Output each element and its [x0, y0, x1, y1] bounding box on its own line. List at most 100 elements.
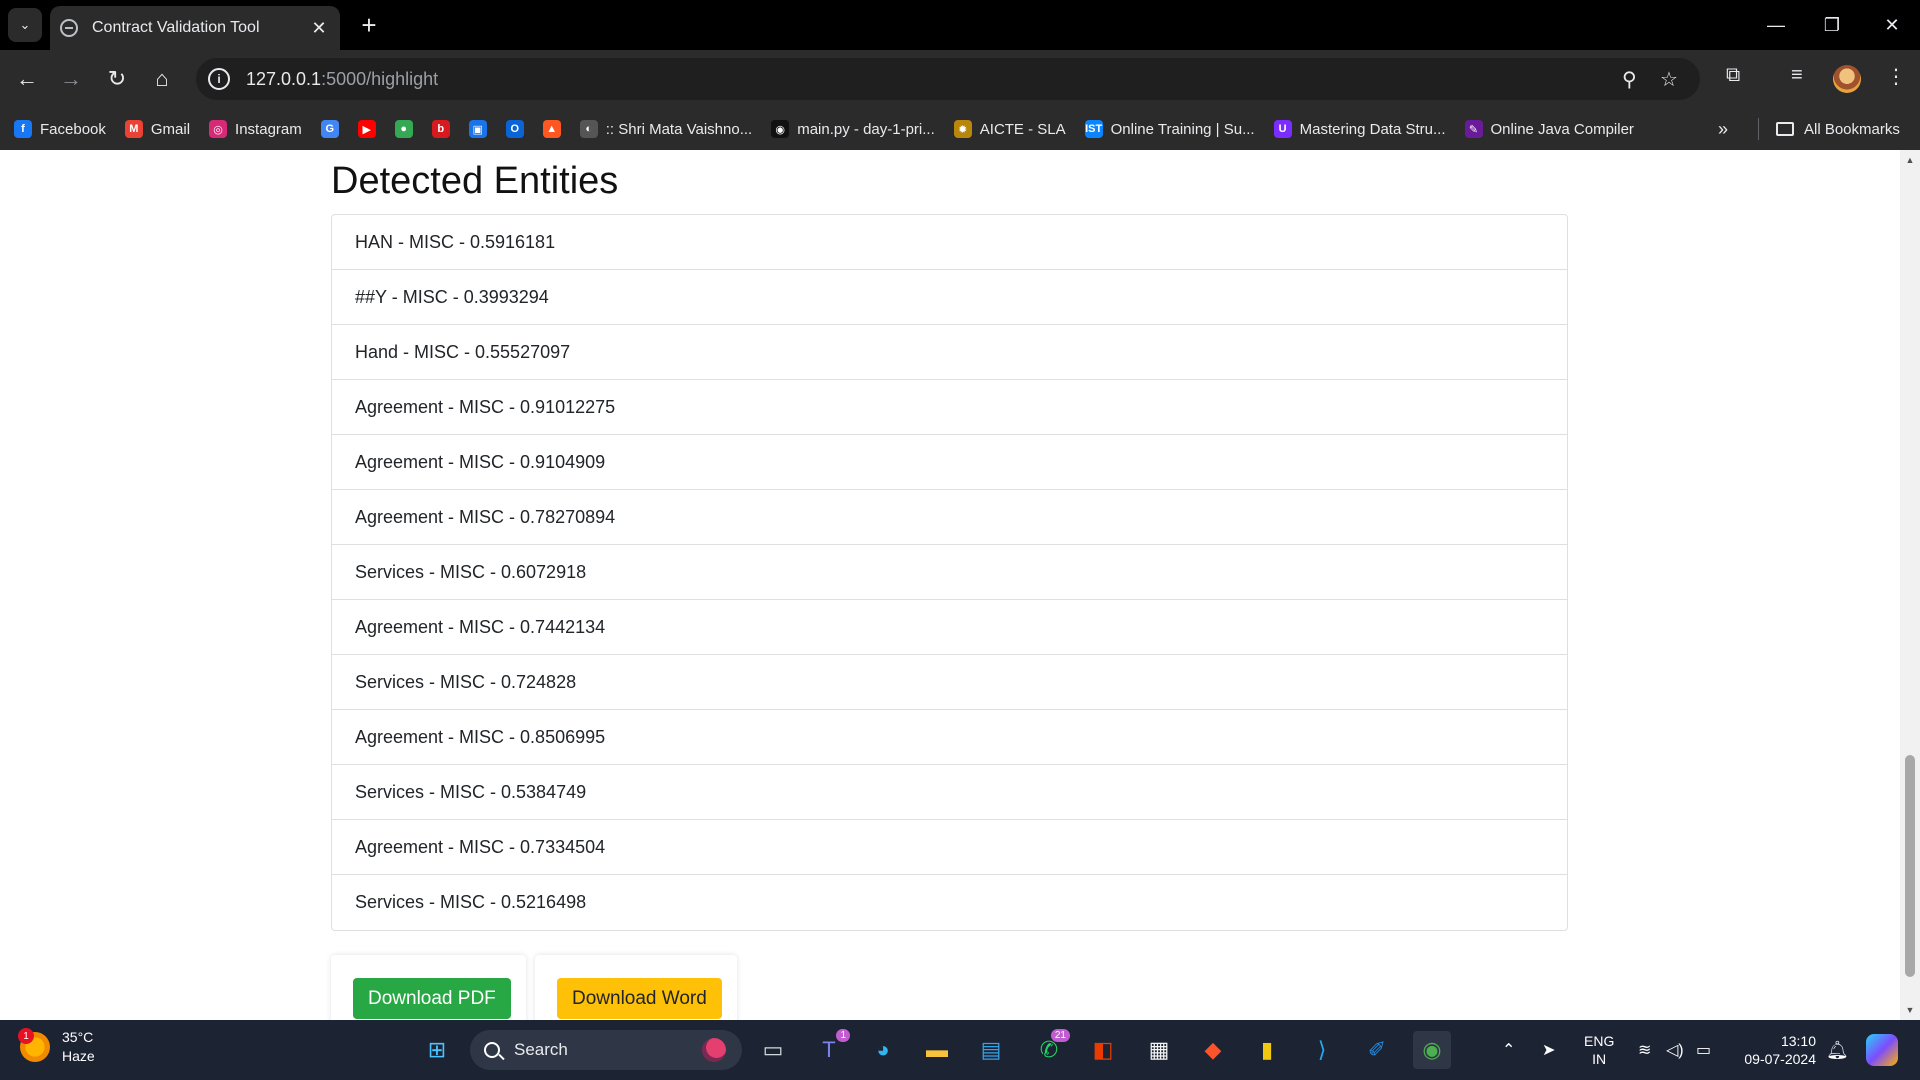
location-icon[interactable]: ➤	[1542, 1020, 1555, 1080]
bookmark-label: Gmail	[150, 120, 191, 138]
all-bookmarks-label: All Bookmarks	[1804, 120, 1900, 138]
teams-icon[interactable]: T1	[810, 1029, 850, 1069]
whatsapp-icon[interactable]: ✆ 21	[1030, 1029, 1070, 1069]
clock-time: 13:10	[1780, 1033, 1816, 1049]
more-bookmarks-icon[interactable]: »	[1718, 108, 1728, 150]
lang-region: IN	[1592, 1051, 1607, 1067]
youtube-icon: ▶	[357, 120, 376, 138]
replit-icon: ◉	[771, 120, 790, 138]
download-word-button[interactable]: Download Word	[557, 978, 722, 1019]
site-info-icon[interactable]: i	[208, 68, 230, 90]
bookmark-label: Online Java Compiler	[1490, 120, 1634, 138]
list-item: Services - MISC - 0.5384749	[332, 765, 1567, 820]
minimize-button[interactable]: —	[1748, 0, 1804, 50]
bookmark-label: Online Training | Su...	[1110, 120, 1255, 138]
bookmark-15[interactable]: ✎ Online Java Compiler	[1464, 120, 1634, 138]
profile-avatar[interactable]	[1833, 65, 1861, 93]
restore-button[interactable]: ❐	[1804, 0, 1860, 50]
all-bookmarks-button[interactable]: All Bookmarks	[1776, 108, 1900, 150]
close-window-button[interactable]: ✕	[1864, 0, 1920, 50]
chrome-icon[interactable]: ◉	[1413, 1031, 1451, 1069]
folder-icon	[1776, 122, 1794, 136]
close-tab-icon[interactable]: ✕	[308, 18, 330, 39]
scroll-up-arrow-icon[interactable]: ▲	[1900, 152, 1920, 168]
bookmark-label: Instagram	[235, 120, 302, 138]
task-view-icon[interactable]: ▭	[754, 1031, 792, 1069]
browser-toolbar: ← → ↻ ⌂ i 127.0.0.1:5000/highlight ⚲ ☆ ⧉…	[0, 50, 1920, 108]
gmail-icon: M	[124, 120, 143, 138]
fire-icon: ▲	[542, 120, 561, 138]
course-icon: U	[1273, 120, 1292, 138]
download-pdf-button[interactable]: Download PDF	[353, 978, 511, 1019]
tab-strip: ⌄ Contract Validation Tool ✕ + — ❐ ✕	[0, 0, 1920, 50]
volume-icon[interactable]: ◁)	[1666, 1020, 1684, 1080]
bookmark-5[interactable]: ●	[394, 120, 413, 138]
bookmark-0[interactable]: f Facebook	[14, 120, 106, 138]
active-tab[interactable]: Contract Validation Tool ✕	[50, 6, 340, 50]
file-explorer-icon[interactable]: ▬	[918, 1031, 956, 1069]
bookmark-8[interactable]: O	[505, 120, 524, 138]
power-bi-icon[interactable]: ▮	[1248, 1031, 1286, 1069]
system-clock[interactable]: 13:10 09-07-2024	[1736, 1032, 1816, 1068]
maps-icon: ●	[394, 120, 413, 138]
list-item: HAN - MISC - 0.5916181	[332, 215, 1567, 270]
bookmark-11[interactable]: ◉ main.py - day-1-pri...	[771, 120, 935, 138]
bookmark-6[interactable]: b	[431, 120, 450, 138]
back-button[interactable]: ←	[9, 61, 45, 97]
bookmark-10[interactable]: ◐:: Shri Mata Vaishno...	[579, 120, 753, 138]
bookmark-label: :: Shri Mata Vaishno...	[605, 120, 753, 138]
copilot-icon[interactable]	[1866, 1034, 1898, 1066]
scroll-down-arrow-icon[interactable]: ▼	[1900, 1002, 1920, 1018]
tab-search-button[interactable]: ⌄	[8, 8, 42, 42]
bookmark-2[interactable]: ◎ Instagram	[209, 120, 302, 138]
bookmark-label: Facebook	[40, 120, 106, 138]
vertical-scrollbar[interactable]: ▲ ▼	[1900, 150, 1920, 1020]
page-title: Detected Entities	[331, 160, 619, 202]
search-highlight-icon	[702, 1038, 726, 1062]
bookmark-14[interactable]: U Mastering Data Stru...	[1273, 120, 1446, 138]
forward-button[interactable]: →	[53, 61, 89, 97]
edge-icon[interactable]: ◕	[864, 1031, 902, 1069]
new-tab-button[interactable]: +	[352, 8, 386, 42]
taskbar-search[interactable]: Search	[470, 1030, 742, 1070]
word-download-card: Download Word	[535, 955, 737, 1020]
start-button[interactable]: ⊞	[418, 1031, 456, 1069]
facebook-icon: f	[14, 120, 32, 138]
bookmark-7[interactable]: ▣	[468, 120, 487, 138]
clock-date: 09-07-2024	[1744, 1051, 1816, 1067]
show-hidden-icons[interactable]: ⌃	[1502, 1020, 1515, 1080]
notification-bell-icon[interactable]: 🔔︎	[1826, 1040, 1849, 1061]
teams-badge: 1	[836, 1029, 850, 1042]
office-icon[interactable]: ◧	[1084, 1031, 1122, 1069]
menu-icon[interactable]: ⋮	[1886, 64, 1906, 89]
bookmark-1[interactable]: M Gmail	[124, 120, 191, 138]
brave-icon[interactable]: ◆	[1194, 1031, 1232, 1069]
google-icon: G	[320, 120, 339, 138]
extensions-icon[interactable]: ⧉	[1726, 64, 1740, 87]
bookmark-4[interactable]: ▶	[357, 120, 376, 138]
bookmark-star-icon[interactable]: ☆	[1660, 67, 1678, 92]
url-path: :5000/highlight	[321, 68, 439, 89]
weather-badge: 1	[18, 1028, 34, 1044]
language-indicator[interactable]: ENG IN	[1584, 1032, 1614, 1068]
bookmark-13[interactable]: IST Online Training | Su...	[1084, 120, 1255, 138]
battery-icon[interactable]: ▭	[1696, 1020, 1711, 1080]
remote-desktop-icon[interactable]: ▤	[972, 1031, 1010, 1069]
home-button[interactable]: ⌂	[144, 61, 180, 97]
aicte-icon: ✹	[953, 120, 972, 138]
weather-widget[interactable]: 1 35°C Haze	[18, 1028, 95, 1066]
store-icon[interactable]: ▦	[1140, 1031, 1178, 1069]
paint-icon[interactable]: ✐	[1358, 1031, 1396, 1069]
zoom-icon[interactable]: ⚲	[1622, 67, 1637, 92]
bookmark-12[interactable]: ✹ AICTE - SLA	[953, 120, 1066, 138]
scrollbar-thumb[interactable]	[1905, 755, 1915, 977]
bookmark-9[interactable]: ▲	[542, 120, 561, 138]
vscode-icon[interactable]: ⟩	[1303, 1031, 1341, 1069]
search-label: Search	[514, 1040, 568, 1059]
bookmark-3[interactable]: G	[320, 120, 339, 138]
reload-button[interactable]: ↻	[99, 61, 135, 97]
media-control-icon[interactable]: ≡	[1791, 64, 1803, 87]
address-bar[interactable]: i 127.0.0.1:5000/highlight ⚲ ☆	[196, 58, 1700, 100]
bookmarks-divider	[1758, 118, 1759, 140]
wifi-icon[interactable]: ≋	[1638, 1020, 1651, 1080]
